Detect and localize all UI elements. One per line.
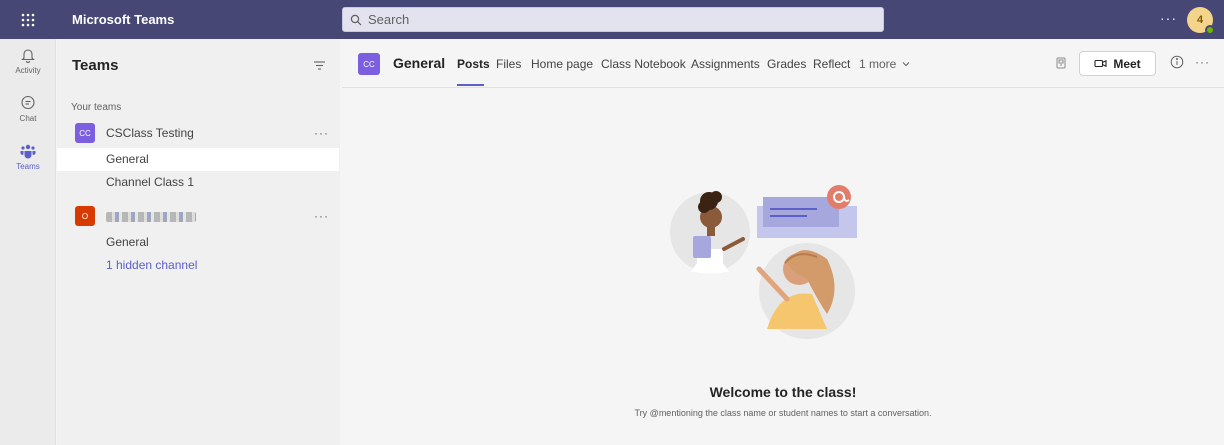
rail-label-teams: Teams	[16, 162, 40, 171]
hidden-channels-link[interactable]: 1 hidden channel	[57, 254, 339, 277]
tab-reflect[interactable]: Reflect	[813, 57, 850, 71]
tab-more-label: 1 more	[859, 57, 897, 71]
pane-title: Teams	[72, 57, 119, 74]
team-avatar: CC	[75, 123, 95, 143]
your-teams-label: Your teams	[71, 102, 122, 113]
meet-button[interactable]: Meet	[1079, 51, 1156, 76]
channel-header: CC General Posts Files Home page Class N…	[342, 39, 1224, 88]
search-icon	[350, 14, 362, 25]
bell-icon	[21, 49, 35, 63]
channel-item-general[interactable]: General	[57, 231, 339, 254]
chat-icon	[21, 95, 35, 110]
search-box[interactable]	[342, 7, 884, 32]
welcome-illustration	[670, 185, 857, 339]
app-rail: Activity Chat Teams	[0, 39, 56, 445]
chevron-down-icon	[902, 62, 910, 67]
team-item[interactable]: CC CSClass Testing ···	[57, 120, 340, 146]
channel-item-class-1[interactable]: Channel Class 1	[57, 171, 339, 194]
meet-label: Meet	[1113, 56, 1141, 71]
user-avatar[interactable]: 4	[1187, 7, 1215, 35]
tab-home-page[interactable]: Home page	[531, 57, 593, 71]
rail-item-chat[interactable]: Chat	[0, 87, 56, 135]
channel-title: General	[393, 55, 446, 71]
rail-label-activity: Activity	[15, 66, 41, 75]
rail-item-activity[interactable]: Activity	[0, 39, 56, 87]
search-input[interactable]	[368, 12, 868, 27]
team-more-options-button[interactable]: ···	[314, 209, 329, 223]
team-name: CSClass Testing	[106, 126, 194, 140]
team-avatar: O	[75, 206, 95, 226]
tab-more-dropdown[interactable]: 1 more	[859, 57, 910, 71]
avatar-initial: 4	[1196, 14, 1204, 26]
app-title: Microsoft Teams	[72, 12, 175, 27]
channel-team-avatar: CC	[358, 53, 380, 75]
redacted-text	[106, 211, 196, 222]
settings-more-button[interactable]: ···	[1160, 10, 1177, 26]
channel-info-icon[interactable]	[1170, 55, 1184, 72]
welcome-title: Welcome to the class!	[709, 384, 857, 400]
channel-more-options-button[interactable]: ···	[1195, 55, 1210, 69]
rail-label-chat: Chat	[19, 114, 37, 123]
meeting-room-icon[interactable]	[1054, 56, 1068, 73]
presence-available-icon	[1205, 25, 1215, 35]
app-launcher-icon[interactable]	[0, 0, 56, 39]
tab-posts[interactable]: Posts	[457, 57, 490, 71]
tab-files[interactable]: Files	[496, 57, 521, 71]
team-more-options-button[interactable]: ···	[314, 126, 329, 140]
tab-assignments[interactable]: Assignments	[691, 57, 760, 71]
channel-view: CC General Posts Files Home page Class N…	[342, 39, 1224, 445]
top-bar: Microsoft Teams ··· 4	[0, 0, 1224, 39]
filter-icon[interactable]	[313, 59, 326, 75]
welcome-hint: Try @mentioning the class name or studen…	[634, 408, 932, 418]
rail-item-teams[interactable]: Teams	[0, 135, 56, 183]
channel-item-general[interactable]: General	[57, 148, 339, 171]
teams-icon	[20, 144, 36, 159]
team-name-redacted	[106, 209, 196, 223]
teams-pane: Teams Your teams CC CSClass Testing ··· …	[57, 39, 340, 445]
tab-class-notebook[interactable]: Class Notebook	[601, 57, 686, 71]
video-camera-icon	[1094, 59, 1107, 68]
team-item[interactable]: O ···	[57, 203, 340, 229]
active-tab-indicator	[457, 84, 484, 86]
tab-grades[interactable]: Grades	[767, 57, 806, 71]
